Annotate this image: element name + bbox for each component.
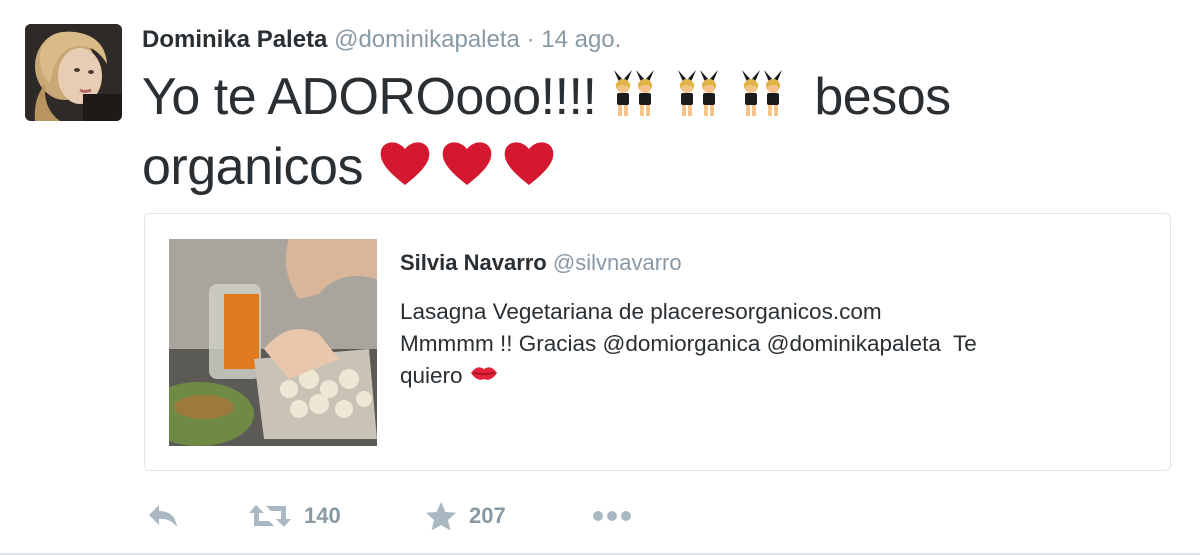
- bunny-ears-emoji-icon: [610, 66, 800, 134]
- more-button[interactable]: [592, 496, 632, 536]
- separator-dot: ·: [526, 26, 535, 53]
- quoted-tweet-header: Silvia Navarro @silvnavarro: [400, 250, 682, 276]
- retweet-button[interactable]: 140: [248, 496, 341, 536]
- tweet-text: Yo te ADOROooo!!!! besos organicos: [142, 64, 1152, 205]
- quoted-tweet-text: Lasagna Vegetariana de placeresorganicos…: [400, 296, 1140, 393]
- tweet: Dominika Paleta @dominikapaleta · 14 ago…: [0, 0, 1200, 555]
- quoted-author-handle[interactable]: @silvnavarro: [553, 250, 682, 275]
- kiss-mark-emoji-icon: [469, 361, 499, 393]
- quoted-text-line1: Lasagna Vegetariana de placeresorganicos…: [400, 299, 882, 324]
- author-handle[interactable]: @dominikapaleta: [334, 26, 520, 53]
- reply-button[interactable]: [146, 496, 180, 536]
- quoted-tweet-card[interactable]: Silvia Navarro @silvnavarro Lasagna Vege…: [144, 213, 1171, 471]
- favorite-button[interactable]: 207: [425, 496, 506, 536]
- quoted-text-line2: Mmmmm !! Gracias @domiorganica @dominika…: [400, 331, 977, 356]
- quoted-text-line3-row: quiero: [400, 360, 1140, 393]
- quoted-text-line3: quiero: [400, 363, 463, 388]
- retweet-icon: [249, 505, 291, 527]
- reply-icon: [149, 505, 177, 527]
- quoted-tweet-photo[interactable]: [169, 239, 377, 446]
- tweet-header: Dominika Paleta @dominikapaleta · 14 ago…: [142, 26, 621, 54]
- tweet-timestamp[interactable]: 14 ago.: [541, 26, 621, 53]
- retweet-count: 140: [304, 503, 341, 528]
- more-dots-icon: [593, 511, 631, 521]
- red-heart-emoji-icon: [377, 137, 559, 205]
- star-icon: [426, 502, 456, 531]
- quoted-author-name[interactable]: Silvia Navarro: [400, 250, 547, 275]
- tweet-text-part1: Yo te ADOROooo!!!!: [142, 68, 597, 126]
- author-name[interactable]: Dominika Paleta: [142, 26, 327, 53]
- avatar[interactable]: [25, 24, 122, 121]
- favorite-count: 207: [469, 503, 506, 528]
